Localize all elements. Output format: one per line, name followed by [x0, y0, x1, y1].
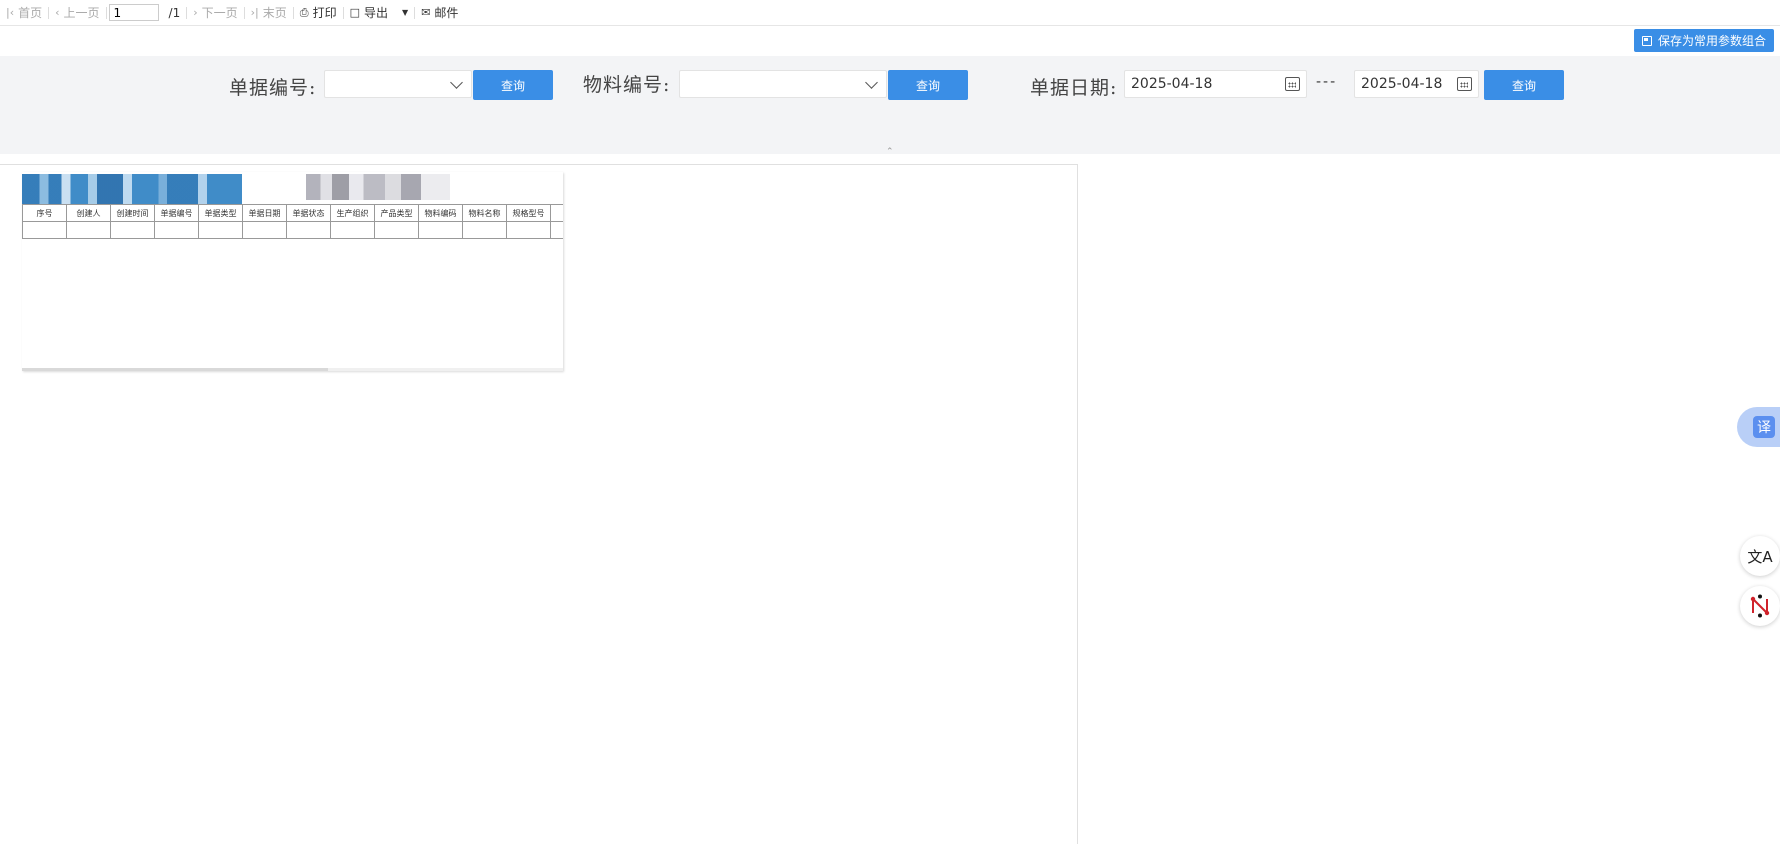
- mail-icon: ✉: [421, 6, 431, 19]
- table-cell: [550, 221, 563, 239]
- table-header-cell: 产品类型: [374, 204, 419, 222]
- save-params-label: 保存为常用参数组合: [1657, 34, 1766, 48]
- assistant-button[interactable]: [1740, 586, 1780, 626]
- export-button[interactable]: □ 导出 ▼: [344, 4, 415, 21]
- last-page-icon: ›|: [250, 6, 259, 19]
- table-cell: [66, 221, 111, 239]
- horizontal-scrollbar[interactable]: [22, 368, 563, 371]
- table-cell: [286, 221, 331, 239]
- table-header-cell: 物料编码: [418, 204, 463, 222]
- translate-widget[interactable]: 译: [1737, 407, 1780, 447]
- language-switch-button[interactable]: 文A: [1740, 536, 1780, 576]
- table-cell: [22, 221, 67, 239]
- material-no-select[interactable]: [679, 70, 887, 98]
- date-from-input[interactable]: 2025-04-18: [1124, 70, 1307, 98]
- doc-no-select[interactable]: [324, 70, 472, 98]
- query-label: 查询: [500, 78, 525, 93]
- caret-down-icon[interactable]: ▼: [402, 8, 408, 17]
- table-header-cell: 单据状态: [286, 204, 331, 222]
- table-row: [22, 221, 563, 239]
- translate-icon: 译: [1753, 416, 1775, 438]
- table-cell: [198, 221, 243, 239]
- table-cell: [462, 221, 507, 239]
- date-from-value: 2025-04-18: [1131, 76, 1213, 92]
- next-page-button[interactable]: › 下一页: [187, 4, 243, 21]
- first-page-label: 首页: [18, 6, 43, 20]
- toolbar-divider: [105, 6, 107, 19]
- table-cell: [330, 221, 375, 239]
- query-label: 查询: [915, 78, 940, 93]
- report-page: 序号 创建人 创建时间 单据编号 单据类型 单据日期 单据状态 生产组织 产品类型 物料编码 物料名…: [22, 172, 563, 371]
- table-header-cell: 生产组织: [330, 204, 375, 222]
- mail-label: 邮件: [434, 6, 459, 20]
- collapse-panel-icon[interactable]: ⌃: [886, 147, 894, 157]
- report-toolbar: |‹ 首页 ‹ 上一页 /1 › 下一页 ›| 末页 ⎙ 打印 □ 导出 ▼ ✉…: [0, 0, 1780, 26]
- print-button[interactable]: ⎙ 打印: [294, 4, 343, 21]
- table-cell: [418, 221, 463, 239]
- scrollbar-thumb[interactable]: [22, 368, 328, 371]
- table-cell: [242, 221, 287, 239]
- date-to-input[interactable]: 2025-04-18: [1354, 70, 1479, 98]
- doc-no-query-button[interactable]: 查询: [473, 70, 553, 100]
- table-header-cell: 序号: [22, 204, 67, 222]
- export-label: 导出: [364, 6, 389, 20]
- calendar-icon[interactable]: [1285, 77, 1300, 91]
- page-number-input[interactable]: [108, 4, 159, 21]
- date-to-value: 2025-04-18: [1361, 76, 1443, 92]
- report-subtitle-image: [306, 174, 450, 200]
- next-page-label: 下一页: [201, 6, 238, 20]
- report-logo: [22, 174, 242, 204]
- chevron-down-icon: [450, 76, 463, 89]
- date-separator: ---: [1316, 74, 1338, 90]
- save-icon: [1641, 35, 1652, 46]
- last-page-button[interactable]: ›| 末页: [245, 4, 293, 21]
- next-page-icon: ›: [193, 6, 198, 19]
- language-icon: 文A: [1747, 547, 1773, 566]
- table-cell: [154, 221, 199, 239]
- doc-date-label: 单据日期:: [1030, 77, 1118, 99]
- calendar-icon[interactable]: [1457, 77, 1472, 91]
- mail-button[interactable]: ✉ 邮件: [415, 4, 464, 21]
- save-params-button[interactable]: 保存为常用参数组合: [1633, 29, 1774, 52]
- table-header-cell: 规格型号: [506, 204, 551, 222]
- table-header-cell: 单据日期: [242, 204, 287, 222]
- table-header-cell: 单据类型: [198, 204, 243, 222]
- table-header-row: 序号 创建人 创建时间 单据编号 单据类型 单据日期 单据状态 生产组织 产品类型 物料编码 物料名…: [22, 204, 563, 222]
- material-no-label: 物料编号:: [583, 74, 671, 96]
- print-label: 打印: [312, 6, 337, 20]
- report-table: 序号 创建人 创建时间 单据编号 单据类型 单据日期 单据状态 生产组织 产品类型 物料编码 物料名…: [22, 204, 563, 239]
- table-header-cell: 创建人: [66, 204, 111, 222]
- doc-no-label: 单据编号:: [229, 77, 317, 99]
- table-cell: [110, 221, 155, 239]
- table-cell: [374, 221, 419, 239]
- page-total: /1: [159, 6, 187, 20]
- first-page-icon: |‹: [6, 6, 15, 19]
- prev-page-button[interactable]: ‹ 上一页: [49, 4, 105, 21]
- material-no-query-button[interactable]: 查询: [888, 70, 968, 100]
- prev-page-icon: ‹: [55, 6, 60, 19]
- table-header-cell: 创建时间: [110, 204, 155, 222]
- query-label: 查询: [1511, 78, 1536, 93]
- prev-page-label: 上一页: [63, 6, 100, 20]
- print-icon: ⎙: [299, 6, 309, 19]
- page-total-label: /1: [168, 5, 181, 20]
- date-query-button[interactable]: 查询: [1484, 70, 1564, 100]
- table-cell: [506, 221, 551, 239]
- chevron-down-icon: [865, 76, 878, 89]
- last-page-label: 末页: [262, 6, 287, 20]
- table-header-cell: 物料名称: [462, 204, 507, 222]
- network-icon: [1750, 594, 1770, 618]
- table-header-cell: 单据编号: [154, 204, 199, 222]
- table-header-cell: 生: [550, 204, 563, 222]
- export-icon: □: [349, 6, 361, 19]
- first-page-button[interactable]: |‹ 首页: [0, 4, 48, 21]
